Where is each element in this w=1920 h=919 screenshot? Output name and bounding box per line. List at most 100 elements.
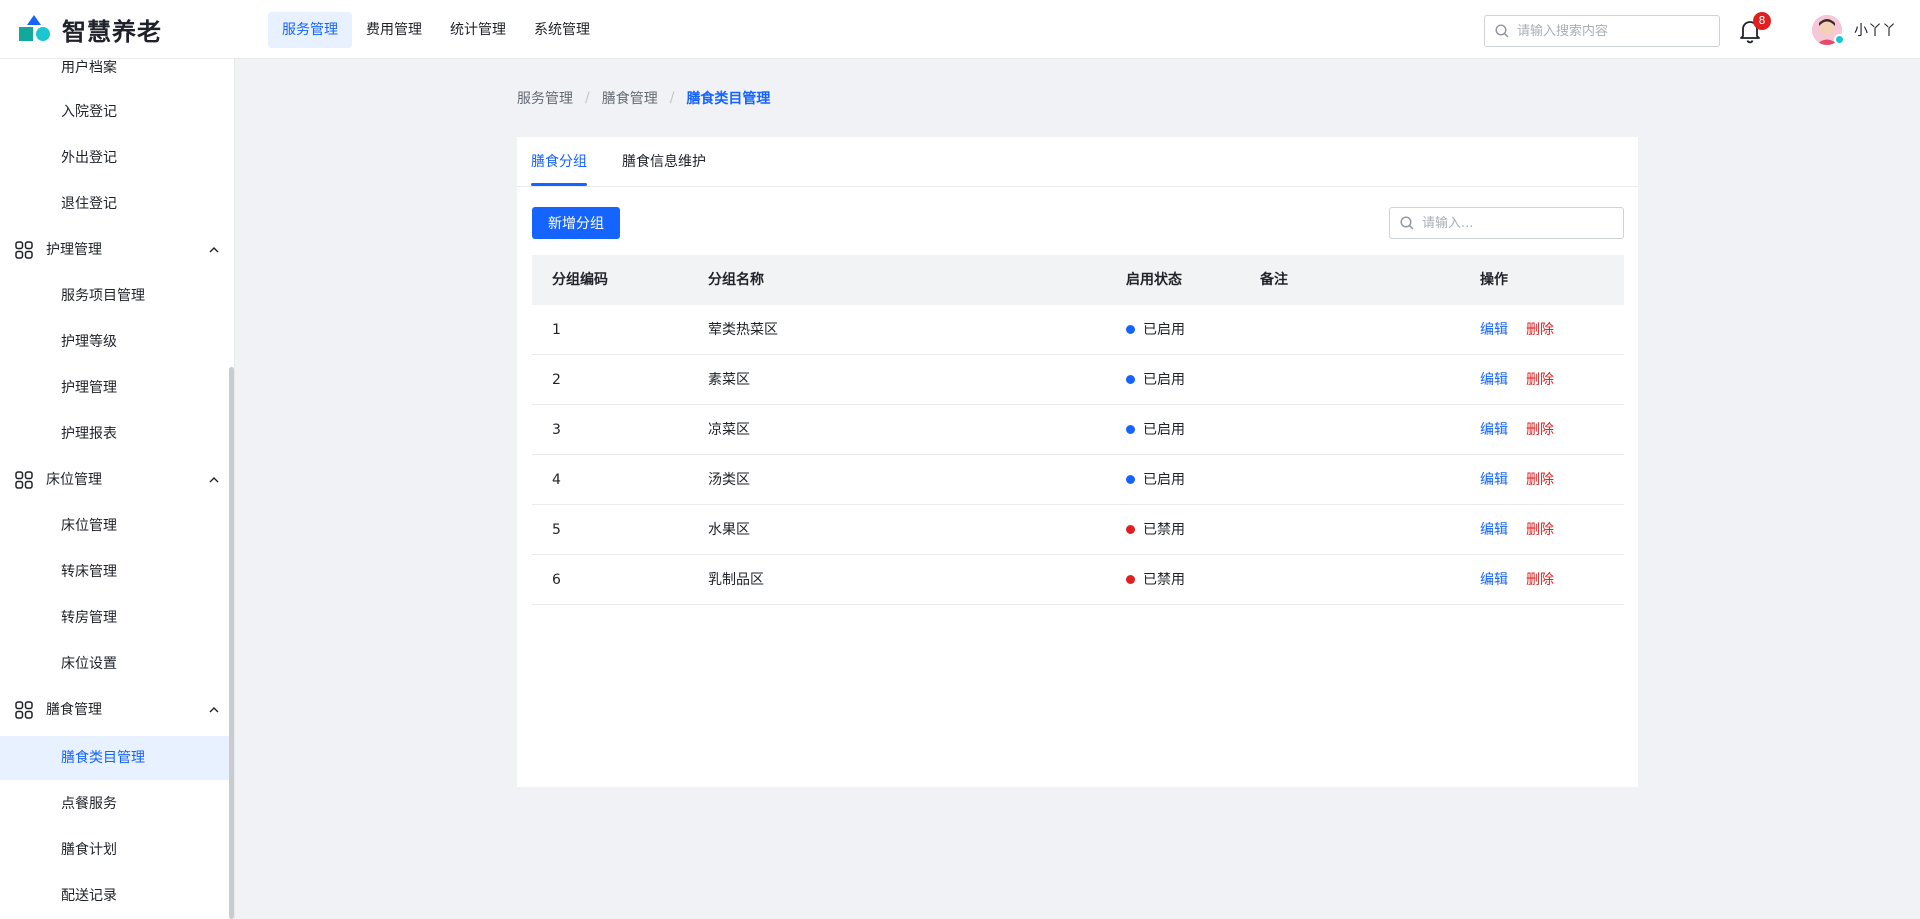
sidebar-item-bed-manage[interactable]: 床位管理 [0, 504, 229, 548]
tab-bar: 膳食分组 膳食信息维护 [517, 137, 1638, 187]
sidebar-item-delivery-record[interactable]: 配送记录 [0, 874, 229, 918]
meal-group-table: 分组编码 分组名称 启用状态 备注 操作 1 荤类热菜区 已启用 编辑 删除 2 素菜区 已启… [532, 255, 1624, 605]
topnav-stats[interactable]: 统计管理 [436, 12, 520, 48]
top-header: 智慧养老 服务管理 费用管理 统计管理 系统管理 8 小丫丫 [0, 0, 1920, 59]
delete-link[interactable]: 删除 [1526, 572, 1554, 588]
edit-link[interactable]: 编辑 [1480, 522, 1508, 538]
sidebar-group-meal[interactable]: 膳食管理 [0, 688, 229, 732]
topnav-service[interactable]: 服务管理 [268, 12, 352, 48]
sidebar-item-service-items[interactable]: 服务项目管理 [0, 274, 229, 318]
delete-link[interactable]: 删除 [1526, 372, 1554, 388]
username[interactable]: 小丫丫 [1854, 20, 1896, 40]
table-row: 6 乳制品区 已禁用 编辑 删除 [532, 555, 1624, 605]
status-badge: 已禁用 [1126, 505, 1185, 555]
table-row: 2 素菜区 已启用 编辑 删除 [532, 355, 1624, 405]
row-actions: 编辑 删除 [1480, 555, 1554, 605]
sidebar-item-bed-transfer[interactable]: 转床管理 [0, 550, 229, 594]
table-row: 5 水果区 已禁用 编辑 删除 [532, 505, 1624, 555]
column-header: 启用状态 [1126, 272, 1182, 288]
edit-link[interactable]: 编辑 [1480, 572, 1508, 588]
sidebar-group-bed[interactable]: 床位管理 [0, 458, 229, 502]
sidebar-group-label: 床位管理 [46, 472, 102, 488]
group-name: 荤类热菜区 [708, 322, 778, 338]
sidebar-group-nursing[interactable]: 护理管理 [0, 228, 229, 272]
topnav-system[interactable]: 系统管理 [520, 12, 604, 48]
sidebar-item-nursing-level[interactable]: 护理等级 [0, 320, 229, 364]
sidebar-item-meal-category[interactable]: 膳食类目管理 [0, 736, 229, 780]
tab-meal-info[interactable]: 膳食信息维护 [622, 151, 706, 171]
status-text: 已禁用 [1143, 572, 1185, 588]
status-text: 已启用 [1143, 472, 1185, 488]
group-code: 3 [552, 422, 561, 438]
sidebar-item-meal-plan[interactable]: 膳食计划 [0, 828, 229, 872]
sidebar-item-admission[interactable]: 入院登记 [0, 90, 229, 134]
row-actions: 编辑 删除 [1480, 405, 1554, 455]
status-badge: 已启用 [1126, 455, 1185, 505]
status-badge: 已启用 [1126, 305, 1185, 355]
sidebar-item-nursing-manage[interactable]: 护理管理 [0, 366, 229, 410]
tab-meal-group[interactable]: 膳食分组 [531, 151, 587, 171]
sidebar-item-meal-order[interactable]: 点餐服务 [0, 782, 229, 826]
sidebar-scrollbar[interactable] [229, 367, 234, 919]
tab-active-indicator [531, 183, 587, 186]
edit-link[interactable]: 编辑 [1480, 422, 1508, 438]
table-row: 4 汤类区 已启用 编辑 删除 [532, 455, 1624, 505]
row-actions: 编辑 删除 [1480, 505, 1554, 555]
delete-link[interactable]: 删除 [1526, 522, 1554, 538]
table-search[interactable] [1389, 207, 1624, 239]
status-dot [1126, 424, 1135, 434]
chevron-up-icon [209, 247, 219, 253]
table-search-input[interactable] [1422, 215, 1612, 231]
online-status-dot [1834, 34, 1845, 45]
breadcrumb-item[interactable]: 膳食管理 [602, 88, 658, 108]
status-badge: 已启用 [1126, 355, 1185, 405]
breadcrumb-separator: / [669, 90, 675, 106]
status-text: 已启用 [1143, 322, 1185, 338]
search-icon [1400, 216, 1414, 230]
logo-icon [19, 15, 50, 41]
sidebar-item-bed-settings[interactable]: 床位设置 [0, 642, 229, 686]
column-header: 备注 [1260, 272, 1288, 288]
global-search[interactable] [1484, 15, 1720, 47]
content-card: 膳食分组 膳食信息维护 新增分组 分组编码 分组名称 启用状态 备注 操作 1 荤… [517, 137, 1638, 787]
group-code: 6 [552, 572, 561, 588]
global-search-input[interactable] [1517, 23, 1707, 39]
edit-link[interactable]: 编辑 [1480, 372, 1508, 388]
status-text: 已启用 [1143, 422, 1185, 438]
notification-badge: 8 [1753, 12, 1771, 30]
edit-link[interactable]: 编辑 [1480, 472, 1508, 488]
grid-icon [15, 471, 33, 489]
column-header: 分组名称 [708, 272, 764, 288]
sidebar-item-nursing-report[interactable]: 护理报表 [0, 412, 229, 456]
status-badge: 已禁用 [1126, 555, 1185, 605]
topnav-fee[interactable]: 费用管理 [352, 12, 436, 48]
sidebar-group-label: 膳食管理 [46, 702, 102, 718]
table-body: 1 荤类热菜区 已启用 编辑 删除 2 素菜区 已启用 编辑 删除 3 凉菜区 已启用 编辑 删除 4 汤类区已… [532, 305, 1624, 605]
group-code: 2 [552, 372, 561, 388]
group-name: 乳制品区 [708, 572, 764, 588]
delete-link[interactable]: 删除 [1526, 422, 1554, 438]
app-logo[interactable]: 智慧养老 [18, 14, 162, 46]
delete-link[interactable]: 删除 [1526, 472, 1554, 488]
sidebar-group-label: 护理管理 [46, 242, 102, 258]
status-dot [1126, 324, 1135, 334]
row-actions: 编辑 删除 [1480, 305, 1554, 355]
breadcrumb: 服务管理 / 膳食管理 / 膳食类目管理 [517, 88, 770, 108]
status-dot [1126, 474, 1135, 484]
group-name: 素菜区 [708, 372, 750, 388]
breadcrumb-item[interactable]: 服务管理 [517, 88, 573, 108]
group-code: 1 [552, 322, 561, 338]
add-group-button[interactable]: 新增分组 [532, 207, 620, 239]
delete-link[interactable]: 删除 [1526, 322, 1554, 338]
table-header: 分组编码 分组名称 启用状态 备注 操作 [532, 255, 1624, 305]
status-text: 已禁用 [1143, 522, 1185, 538]
top-nav: 服务管理 费用管理 统计管理 系统管理 [268, 12, 604, 48]
edit-link[interactable]: 编辑 [1480, 322, 1508, 338]
sidebar-item-room-transfer[interactable]: 转房管理 [0, 596, 229, 640]
sidebar-item-user-archive[interactable]: 用户档案 [0, 59, 229, 90]
grid-icon [15, 701, 33, 719]
group-code: 4 [552, 472, 561, 488]
sidebar-item-outing[interactable]: 外出登记 [0, 136, 229, 180]
table-row: 1 荤类热菜区 已启用 编辑 删除 [532, 305, 1624, 355]
sidebar-item-checkout[interactable]: 退住登记 [0, 182, 229, 226]
